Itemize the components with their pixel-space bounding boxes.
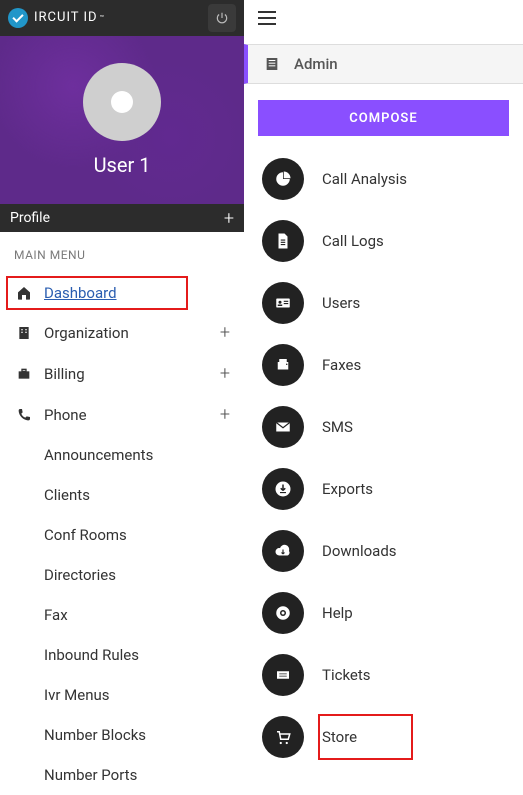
nav-organization[interactable]: Organization + <box>0 312 244 353</box>
phone-sub-item[interactable]: Number Ports <box>0 755 244 795</box>
nav-label: Organization <box>44 324 129 342</box>
action-label: Call Logs <box>322 232 384 250</box>
file-icon <box>262 220 304 262</box>
action-label: Downloads <box>322 542 397 560</box>
power-icon <box>215 11 229 25</box>
phone-sub-item[interactable]: Fax <box>0 595 244 635</box>
phone-sub-item[interactable]: Directories <box>0 555 244 595</box>
expand-icon[interactable]: + <box>220 363 230 384</box>
brand-text: IRCUIT ID <box>34 10 98 25</box>
action-help[interactable]: Help <box>244 582 523 644</box>
envelope-icon <box>262 406 304 448</box>
action-label: Call Analysis <box>322 170 407 188</box>
profile-bar-label: Profile <box>10 210 50 226</box>
action-users[interactable]: Users <box>244 272 523 334</box>
action-label: Users <box>322 294 360 312</box>
action-label: Exports <box>322 480 373 498</box>
compose-button[interactable]: COMPOSE <box>258 100 509 136</box>
phone-icon <box>14 407 34 423</box>
building-icon <box>14 325 34 341</box>
nav-label: Billing <box>44 365 85 383</box>
action-store[interactable]: Store <box>244 706 523 768</box>
expand-icon[interactable]: + <box>220 404 230 425</box>
cart-icon <box>262 716 304 758</box>
nav-billing[interactable]: Billing + <box>0 353 244 394</box>
action-list: Call Analysis Call Logs Users Faxes SMS Expor… <box>244 142 523 774</box>
action-exports[interactable]: Exports <box>244 458 523 520</box>
pie-icon <box>262 158 304 200</box>
nav-label: Dashboard <box>44 284 117 302</box>
lifebuoy-icon <box>262 592 304 634</box>
profile-panel: User 1 <box>0 36 244 205</box>
avatar[interactable] <box>83 63 161 141</box>
main-menu-heading: MAIN MENU <box>0 232 244 274</box>
action-tickets[interactable]: Tickets <box>244 644 523 706</box>
action-call-logs[interactable]: Call Logs <box>244 210 523 272</box>
profile-expand-icon[interactable]: + <box>224 208 234 229</box>
power-button[interactable] <box>208 4 236 32</box>
logo-mark-icon <box>8 8 28 28</box>
action-downloads[interactable]: Downloads <box>244 520 523 582</box>
nav-phone[interactable]: Phone + <box>0 394 244 435</box>
expand-icon[interactable]: + <box>220 322 230 343</box>
action-label: SMS <box>322 418 353 436</box>
phone-sub-item[interactable]: Number Blocks <box>0 715 244 755</box>
phone-sub-item[interactable]: Clients <box>0 475 244 515</box>
action-label: Faxes <box>322 356 361 374</box>
admin-label: Admin <box>294 55 338 73</box>
admin-icon <box>264 56 282 72</box>
admin-section-header[interactable]: Admin <box>244 44 523 84</box>
idcard-icon <box>262 282 304 324</box>
phone-sub-item[interactable]: Ivr Menus <box>0 675 244 715</box>
main-nav: Dashboard Organization + Billing + Phone… <box>0 274 244 795</box>
phone-submenu: AnnouncementsClientsConf RoomsDirectorie… <box>0 435 244 795</box>
brand-logo: IRCUIT ID ™ <box>8 8 105 28</box>
action-sms[interactable]: SMS <box>244 396 523 458</box>
profile-username: User 1 <box>94 153 151 177</box>
briefcase-icon <box>14 366 34 382</box>
action-label: Tickets <box>322 666 371 684</box>
nav-label: Phone <box>44 406 87 424</box>
home-icon <box>14 285 34 301</box>
phone-sub-item[interactable]: Inbound Rules <box>0 635 244 675</box>
nav-dashboard[interactable]: Dashboard <box>0 274 244 312</box>
phone-sub-item[interactable]: Announcements <box>0 435 244 475</box>
profile-bar[interactable]: Profile + <box>0 204 244 232</box>
download-fill-icon <box>262 468 304 510</box>
cloud-down-icon <box>262 530 304 572</box>
brand-tm: ™ <box>100 14 105 22</box>
action-label: Help <box>322 604 353 622</box>
hamburger-button[interactable] <box>258 11 276 25</box>
action-call-analysis[interactable]: Call Analysis <box>244 148 523 210</box>
action-faxes[interactable]: Faxes <box>244 334 523 396</box>
ticket-icon <box>262 654 304 696</box>
action-label: Store <box>322 728 357 746</box>
left-header: IRCUIT ID ™ <box>0 0 244 36</box>
phone-sub-item[interactable]: Conf Rooms <box>0 515 244 555</box>
right-header <box>244 0 523 36</box>
fax-icon <box>262 344 304 386</box>
